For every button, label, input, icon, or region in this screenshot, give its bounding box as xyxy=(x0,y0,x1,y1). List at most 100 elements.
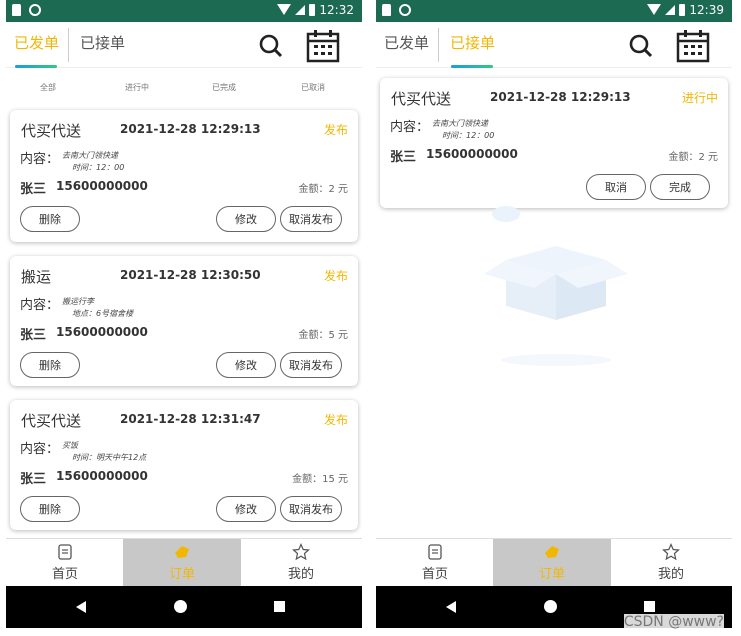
sim-icon xyxy=(382,4,391,16)
bottom-nav: 首页 订单 我的 xyxy=(376,538,732,587)
contact-phone: 15600000000 xyxy=(426,147,518,161)
order-time: 2021-12-28 12:29:13 xyxy=(490,90,631,104)
nav-mine[interactable]: 我的 xyxy=(242,539,360,587)
home-icon[interactable] xyxy=(544,600,557,613)
delete-button[interactable]: 删除 xyxy=(20,206,80,232)
order-card: 代买代送 2021-12-28 12:29:13 发布 内容： 去南大门领快递 … xyxy=(10,110,358,242)
filter-bar: 全部 进行中 已完成 已取消 xyxy=(6,82,362,96)
order-amount: 金额：15 元 xyxy=(292,474,348,485)
search-icon[interactable] xyxy=(259,34,283,58)
back-icon[interactable] xyxy=(76,601,86,613)
edit-button[interactable]: 修改 xyxy=(216,496,276,522)
order-time: 2021-12-28 12:29:13 xyxy=(120,122,261,136)
empty-box-illustration xyxy=(484,206,628,366)
nav-orders[interactable]: 订单 xyxy=(493,539,611,587)
notification-icon xyxy=(399,4,411,16)
notification-icon xyxy=(29,4,41,16)
wifi-icon xyxy=(647,4,662,16)
order-card: 搬运 2021-12-28 12:30:50 发布 内容： 搬运行李 地点：6号… xyxy=(10,256,358,386)
content-line: 搬运行李 xyxy=(62,297,94,306)
nav-mine-label: 我的 xyxy=(657,567,684,582)
nav-mine-label: 我的 xyxy=(287,567,314,582)
order-card: 代买代送 2021-12-28 12:29:13 进行中 内容： 去南大门领快递… xyxy=(380,78,728,208)
nav-home-label: 首页 xyxy=(51,567,78,582)
tab-received-orders[interactable]: 已接单 xyxy=(450,32,495,53)
signal-icon xyxy=(295,5,306,15)
left-phone-screen: 12:32 已发单 已接单 全部 进行中 已完成 已取消 代买代送 2021-1… xyxy=(6,0,362,636)
bottom-nav: 首页 订单 我的 xyxy=(6,538,362,587)
star-icon xyxy=(662,543,680,561)
content-label: 内容： xyxy=(20,152,60,167)
home-icon[interactable] xyxy=(174,600,187,613)
filter-completed[interactable]: 已完成 xyxy=(199,82,249,93)
cancel-button[interactable]: 取消 xyxy=(586,174,646,200)
signal-icon xyxy=(665,5,676,15)
tab-sent-orders[interactable]: 已发单 xyxy=(384,32,429,53)
status-time: 12:39 xyxy=(689,3,724,17)
contact-name: 张三 xyxy=(20,472,47,487)
filter-cancelled[interactable]: 已取消 xyxy=(288,82,338,93)
star-icon xyxy=(292,543,310,561)
cancel-publish-button[interactable]: 取消发布 xyxy=(280,352,342,378)
contact-phone: 15600000000 xyxy=(56,469,148,483)
nav-home[interactable]: 首页 xyxy=(6,539,124,587)
top-bar: 已发单 已接单 xyxy=(376,22,732,68)
status-bar: 12:39 xyxy=(376,0,732,22)
nav-orders[interactable]: 订单 xyxy=(123,539,241,587)
edit-button[interactable]: 修改 xyxy=(216,206,276,232)
nav-home[interactable]: 首页 xyxy=(376,539,494,587)
order-status: 发布 xyxy=(323,269,348,283)
contact-phone: 15600000000 xyxy=(56,179,148,193)
order-type: 搬运 xyxy=(21,268,52,286)
search-icon[interactable] xyxy=(629,34,653,58)
order-time: 2021-12-28 12:31:47 xyxy=(120,412,261,426)
complete-button[interactable]: 完成 xyxy=(650,174,710,200)
filter-all[interactable]: 全部 xyxy=(23,82,73,93)
tab-sent-orders[interactable]: 已发单 xyxy=(14,32,59,53)
edit-button[interactable]: 修改 xyxy=(216,352,276,378)
sim-icon xyxy=(12,4,21,16)
content-detail: 时间：12：00 xyxy=(442,131,495,140)
tab-received-orders[interactable]: 已接单 xyxy=(80,32,125,53)
system-nav-bar xyxy=(6,586,362,628)
wifi-icon xyxy=(277,4,292,16)
orders-icon xyxy=(545,546,559,558)
delete-button[interactable]: 删除 xyxy=(20,352,80,378)
order-time: 2021-12-28 12:30:50 xyxy=(120,268,261,282)
contact-phone: 15600000000 xyxy=(56,325,148,339)
content-detail: 时间：明天中午12点 xyxy=(72,453,147,462)
content-detail: 地点：6号宿舍楼 xyxy=(72,309,134,318)
cancel-publish-button[interactable]: 取消发布 xyxy=(280,206,342,232)
cancel-publish-button[interactable]: 取消发布 xyxy=(280,496,342,522)
right-phone-screen: 12:39 已发单 已接单 代买代送 2021-12-28 12:29:13 进… xyxy=(376,0,732,636)
order-amount: 金额：2 元 xyxy=(298,184,348,195)
order-amount: 金额：5 元 xyxy=(298,330,348,341)
order-status: 进行中 xyxy=(681,91,718,105)
tab-indicator xyxy=(15,65,57,68)
back-icon[interactable] xyxy=(446,601,456,613)
nav-orders-label: 订单 xyxy=(168,567,195,582)
contact-name: 张三 xyxy=(20,328,47,343)
tab-indicator xyxy=(451,65,493,68)
order-amount: 金额：2 元 xyxy=(668,152,718,163)
nav-mine[interactable]: 我的 xyxy=(612,539,730,587)
order-type: 代买代送 xyxy=(21,122,82,140)
order-status: 发布 xyxy=(323,413,348,427)
content-label: 内容： xyxy=(390,120,430,135)
recent-apps-icon[interactable] xyxy=(644,601,655,612)
recent-apps-icon[interactable] xyxy=(274,601,285,612)
content-line: 去南大门领快递 xyxy=(62,151,118,160)
order-card: 代买代送 2021-12-28 12:31:47 发布 内容： 买饭 时间：明天… xyxy=(10,400,358,530)
content-line: 去南大门领快递 xyxy=(432,119,488,128)
home-doc-icon xyxy=(428,544,442,560)
calendar-icon[interactable] xyxy=(676,29,710,63)
content-label: 内容： xyxy=(20,442,60,457)
content-line: 买饭 xyxy=(62,441,78,450)
tab-divider xyxy=(438,28,439,62)
delete-button[interactable]: 删除 xyxy=(20,496,80,522)
home-doc-icon xyxy=(58,544,72,560)
calendar-icon[interactable] xyxy=(306,29,340,63)
filter-in-progress[interactable]: 进行中 xyxy=(112,82,162,93)
battery-icon xyxy=(309,4,316,16)
content-label: 内容： xyxy=(20,298,60,313)
